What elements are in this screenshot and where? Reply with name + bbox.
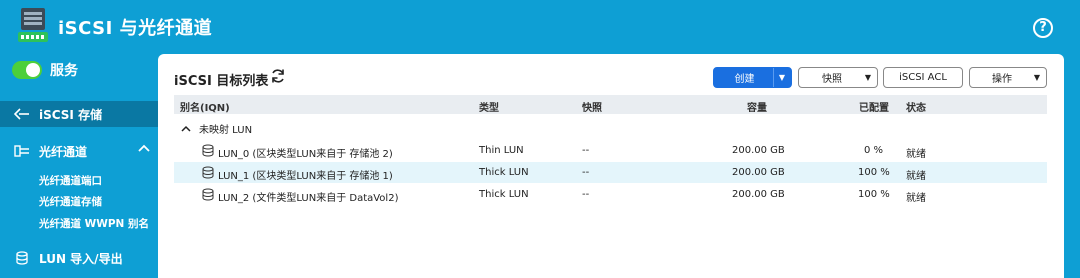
app-logo-icon bbox=[18, 8, 48, 42]
iscsi-target-panel: iSCSI 目标列表 创建 ▼ 快照 ▼ iSCSI ACL 操作 ▼ 别名(I… bbox=[158, 54, 1064, 278]
chevron-up-icon[interactable] bbox=[138, 142, 150, 157]
cell-snapshot: -- bbox=[582, 145, 590, 156]
cell-name: LUN_0 (区块类型LUN来自于 存储池 2) bbox=[218, 149, 393, 160]
sidebar-subitem-fc-wwpn-alias[interactable]: 光纤通道 WWPN 别名 bbox=[39, 216, 149, 231]
chevron-up-icon bbox=[181, 125, 191, 132]
create-button-label: 创建 bbox=[734, 74, 755, 85]
chevron-down-icon: ▼ bbox=[1033, 73, 1040, 82]
table-row[interactable]: LUN_1 (区块类型LUN来自于 存储池 1) Thick LUN -- 20… bbox=[174, 162, 1047, 183]
column-header-capacity[interactable]: 容量 bbox=[747, 99, 767, 114]
cell-allocated: 100 % bbox=[858, 189, 890, 200]
panel-title: iSCSI 目标列表 bbox=[174, 74, 269, 89]
action-button-label: 操作 bbox=[992, 74, 1012, 85]
cell-name: LUN_1 (区块类型LUN来自于 存储池 1) bbox=[218, 171, 393, 182]
cell-allocated: 100 % bbox=[858, 167, 890, 178]
cell-allocated: 0 % bbox=[864, 145, 884, 156]
chevron-down-icon: ▼ bbox=[864, 73, 871, 82]
group-row-unmapped-lun[interactable]: 未映射 LUN bbox=[174, 120, 252, 137]
cell-status: 就绪 bbox=[906, 171, 926, 182]
sidebar-item-label: 光纤通道 bbox=[39, 144, 88, 159]
snapshot-button-label: 快照 bbox=[822, 74, 842, 85]
lun-import-export-icon bbox=[13, 250, 31, 266]
cell-snapshot: -- bbox=[582, 167, 590, 178]
action-button[interactable]: 操作 ▼ bbox=[969, 67, 1047, 88]
iscsi-acl-button-label: iSCSI ACL bbox=[899, 72, 947, 83]
lun-disk-icon bbox=[202, 166, 214, 179]
column-header-type[interactable]: 类型 bbox=[479, 99, 499, 114]
refresh-icon[interactable] bbox=[270, 68, 286, 84]
service-toggle[interactable] bbox=[12, 61, 42, 79]
column-header-allocated[interactable]: 已配置 bbox=[859, 99, 889, 114]
sidebar-item-iscsi-storage[interactable]: iSCSI 存储 bbox=[0, 101, 158, 127]
cell-snapshot: -- bbox=[582, 189, 590, 200]
fibre-channel-icon bbox=[13, 143, 31, 159]
cell-name: LUN_2 (文件类型LUN来自于 DataVol2) bbox=[218, 193, 399, 204]
cell-capacity: 200.00 GB bbox=[732, 145, 785, 156]
cell-status: 就绪 bbox=[906, 193, 926, 204]
table-row[interactable]: LUN_0 (区块类型LUN来自于 存储池 2) Thin LUN -- 200… bbox=[174, 140, 1047, 161]
service-row: 服务 bbox=[12, 59, 78, 81]
sidebar-item-fibre-channel[interactable]: 光纤通道 bbox=[0, 138, 158, 164]
lun-disk-icon bbox=[202, 144, 214, 157]
sidebar-subitem-fc-storage[interactable]: 光纤通道存储 bbox=[39, 194, 102, 209]
cell-type: Thick LUN bbox=[479, 167, 529, 178]
cell-type: Thick LUN bbox=[479, 189, 529, 200]
table-row[interactable]: LUN_2 (文件类型LUN来自于 DataVol2) Thick LUN --… bbox=[174, 184, 1047, 205]
column-header-status[interactable]: 状态 bbox=[906, 99, 926, 114]
cell-type: Thin LUN bbox=[479, 145, 524, 156]
table-header: 别名(IQN) 类型 快照 容量 已配置 状态 bbox=[174, 95, 1047, 114]
group-label: 未映射 LUN bbox=[199, 125, 253, 136]
chevron-down-icon: ▼ bbox=[778, 73, 785, 82]
create-button[interactable]: 创建 ▼ bbox=[713, 67, 792, 88]
snapshot-button[interactable]: 快照 ▼ bbox=[798, 67, 878, 88]
column-header-alias[interactable]: 别名(IQN) bbox=[180, 99, 230, 114]
sidebar-subitem-fc-ports[interactable]: 光纤通道端口 bbox=[39, 173, 102, 188]
app-header: iSCSI 与光纤通道 ? bbox=[0, 0, 1080, 55]
cell-capacity: 200.00 GB bbox=[732, 167, 785, 178]
lun-disk-icon bbox=[202, 188, 214, 201]
service-label: 服务 bbox=[50, 63, 78, 79]
sidebar-item-lun-import-export[interactable]: LUN 导入/导出 bbox=[0, 245, 158, 271]
iscsi-acl-button[interactable]: iSCSI ACL bbox=[883, 67, 963, 88]
column-header-snapshot[interactable]: 快照 bbox=[582, 99, 602, 114]
cell-status: 就绪 bbox=[906, 149, 926, 160]
cell-capacity: 200.00 GB bbox=[732, 189, 785, 200]
iscsi-icon bbox=[13, 106, 31, 122]
sidebar-item-label: iSCSI 存储 bbox=[39, 107, 103, 122]
sidebar-item-label: LUN 导入/导出 bbox=[39, 251, 123, 266]
help-icon[interactable]: ? bbox=[1033, 18, 1053, 38]
app-title: iSCSI 与光纤通道 bbox=[58, 18, 213, 39]
sidebar: 服务 iSCSI 存储 光纤通道 光纤通道端口 光纤通道存储 光纤通道 WWPN… bbox=[0, 55, 158, 278]
